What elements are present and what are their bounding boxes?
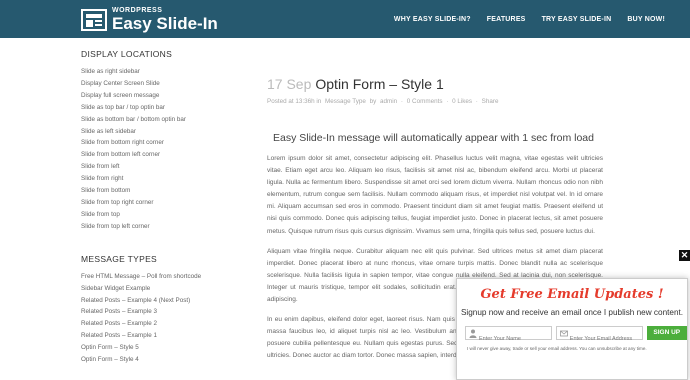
email-field-wrapper <box>555 326 643 345</box>
meta-category-link[interactable]: Message Type <box>325 98 366 105</box>
sidebar-link[interactable]: Optin Form – Style 4 <box>81 354 241 366</box>
name-field-wrapper <box>465 326 552 345</box>
popup-subtitle: Signup now and receive an email once I p… <box>460 308 684 317</box>
sidebar-link[interactable]: Slide from top right corner <box>81 197 241 209</box>
optin-form: SIGN UP <box>457 326 687 345</box>
post-subheading: Easy Slide-In message will automatically… <box>273 132 594 144</box>
sidebar-link[interactable]: Display Center Screen Slide <box>81 78 241 90</box>
sidebar-link[interactable]: Display full screen message <box>81 90 241 102</box>
logo-title: Easy Slide-In <box>112 14 218 33</box>
site-logo[interactable]: WORDPRESS Easy Slide-In <box>81 7 218 33</box>
post-date: 17 Sep <box>267 76 312 92</box>
meta-by: by <box>369 98 377 105</box>
envelope-icon <box>559 330 568 337</box>
nav-features[interactable]: FEATURES <box>487 16 526 23</box>
sidebar-link[interactable]: Slide from bottom <box>81 185 241 197</box>
sidebar-link[interactable]: Slide as right sidebar <box>81 66 241 78</box>
slide-in-optin-popup: Get Free Email Updates ! Signup now and … <box>456 278 688 380</box>
email-input[interactable] <box>556 333 642 345</box>
message-types-heading: MESSAGE TYPES <box>81 253 158 264</box>
privacy-note: I will never give away, trade or sell yo… <box>467 346 647 351</box>
slide-in-logo-icon <box>81 9 107 31</box>
sidebar-link[interactable]: Related Posts – Example 2 <box>81 318 241 330</box>
meta-share-link[interactable]: Share <box>482 98 499 105</box>
meta-author-link[interactable]: admin <box>380 98 397 105</box>
meta-sep: · <box>475 98 478 105</box>
sidebar-link[interactable]: Slide as bottom bar / bottom optin bar <box>81 114 241 126</box>
post-title-text: Optin Form – Style 1 <box>315 76 444 92</box>
name-input[interactable] <box>466 333 551 345</box>
sidebar: DISPLAY LOCATIONS Slide as right sidebar… <box>81 49 241 366</box>
site-header: WORDPRESS Easy Slide-In WHY EASY SLIDE-I… <box>0 0 690 38</box>
meta-comments-link[interactable]: 0 Comments <box>407 98 443 105</box>
sidebar-link[interactable]: Related Posts – Example 4 (Next Post) <box>81 295 241 307</box>
sidebar-link[interactable]: Slide from bottom left corner <box>81 149 241 161</box>
meta-posted: Posted at 13:36h in <box>267 98 322 105</box>
meta-sep: · <box>446 98 449 105</box>
meta-sep: · <box>400 98 404 105</box>
sidebar-link[interactable]: Slide from top <box>81 209 241 221</box>
sidebar-link[interactable]: Slide from top left corner <box>81 221 241 233</box>
sidebar-link[interactable]: Slide as top bar / top optin bar <box>81 102 241 114</box>
post-title: 17 Sep Optin Form – Style 1 <box>267 76 611 92</box>
nav-buy-now[interactable]: BUY NOW! <box>627 16 665 23</box>
user-icon <box>469 329 477 338</box>
meta-likes-link[interactable]: 0 Likes <box>452 98 472 105</box>
post-paragraph: Lorem ipsum dolor sit amet, consectetur … <box>267 155 603 235</box>
signup-button[interactable]: SIGN UP <box>646 326 687 340</box>
sidebar-link[interactable]: Optin Form – Style 5 <box>81 342 241 354</box>
sidebar-link[interactable]: Free HTML Message – Poll from shortcode <box>81 271 241 283</box>
sidebar-link[interactable]: Slide from bottom right corner <box>81 137 241 149</box>
popup-title: Get Free Email Updates ! <box>480 287 664 302</box>
sidebar-link[interactable]: Related Posts – Example 3 <box>81 306 241 318</box>
popup-close-button[interactable]: ✕ <box>679 250 690 261</box>
sidebar-link[interactable]: Sidebar Widget Example <box>81 283 241 295</box>
sidebar-link[interactable]: Slide from left <box>81 161 241 173</box>
post-meta: Posted at 13:36h in Message Type by admi… <box>267 98 611 105</box>
sidebar-link[interactable]: Slide from right <box>81 173 241 185</box>
sidebar-link[interactable]: Slide as left sidebar <box>81 126 241 138</box>
nav-try[interactable]: TRY EASY SLIDE-IN <box>542 16 612 23</box>
display-locations-heading: DISPLAY LOCATIONS <box>81 49 173 59</box>
nav-why[interactable]: WHY EASY SLIDE-IN? <box>394 16 471 23</box>
sidebar-link[interactable]: Related Posts – Example 1 <box>81 330 241 342</box>
main-nav: WHY EASY SLIDE-IN? FEATURES TRY EASY SLI… <box>394 0 690 38</box>
